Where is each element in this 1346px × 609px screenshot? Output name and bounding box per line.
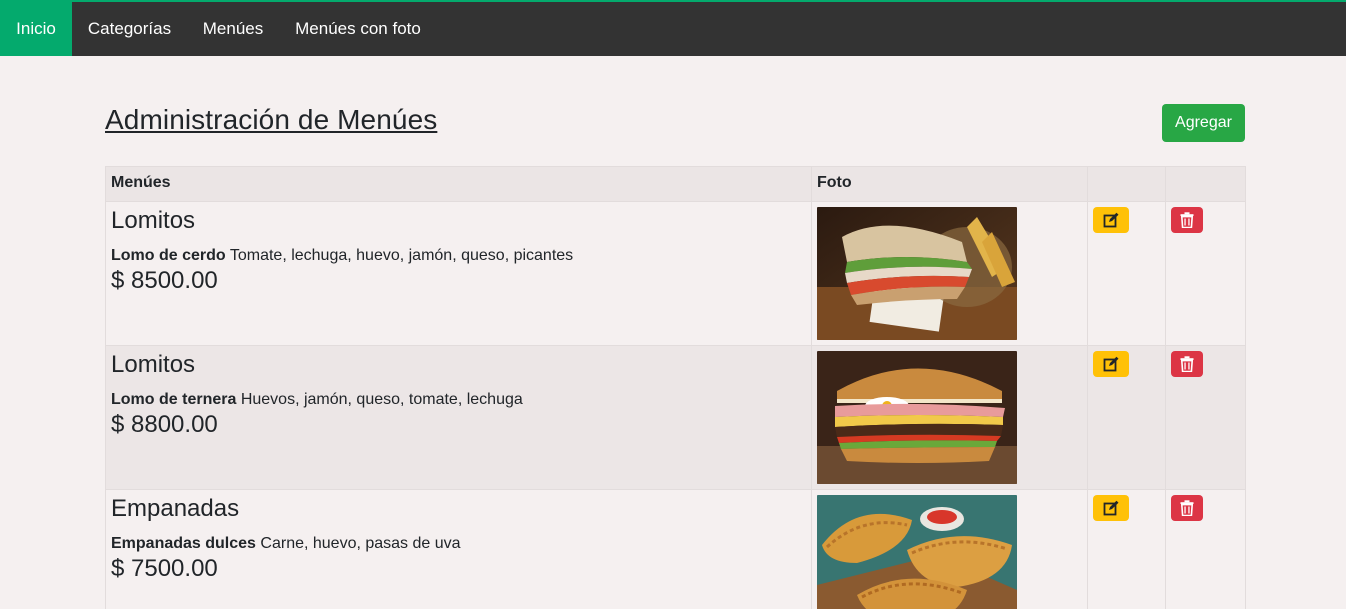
edit-icon — [1103, 212, 1119, 228]
edit-button[interactable] — [1093, 207, 1129, 233]
menu-name: Empanadas dulces — [111, 535, 256, 552]
menu-category: Lomitos — [111, 351, 196, 378]
delete-cell — [1165, 489, 1246, 609]
nav-categorias[interactable]: Categorías — [72, 2, 187, 56]
nav-menues-con-foto[interactable]: Menúes con foto — [279, 2, 437, 56]
menu-category: Empanadas — [111, 495, 240, 522]
header-foto: Foto — [811, 166, 1088, 202]
table-header-row: Menúes Foto — [105, 166, 1246, 202]
edit-cell — [1087, 201, 1166, 346]
page-title: Administración de Menúes — [105, 104, 438, 135]
table-row: Lomitos Lomo de ternera Huevos, jamón, q… — [105, 345, 1246, 490]
table-row: Empanadas Empanadas dulces Carne, huevo,… — [105, 489, 1246, 609]
edit-button[interactable] — [1093, 495, 1129, 521]
edit-cell — [1087, 489, 1166, 609]
menu-name: Lomo de ternera — [111, 391, 237, 408]
menu-description: Lomo de cerdo Tomate, lechuga, huevo, ja… — [111, 246, 806, 266]
table-row: Lomitos Lomo de cerdo Tomate, lechuga, h… — [105, 201, 1246, 346]
menu-info-cell: Lomitos Lomo de cerdo Tomate, lechuga, h… — [105, 201, 812, 346]
trash-icon — [1180, 212, 1194, 228]
add-button[interactable]: Agregar — [1162, 104, 1245, 142]
photo-cell — [811, 489, 1088, 609]
menu-price: $ 8800.00 — [111, 411, 218, 438]
menu-price: $ 7500.00 — [111, 555, 218, 582]
menu-description: Empanadas dulces Carne, huevo, pasas de … — [111, 534, 806, 554]
delete-cell — [1165, 345, 1246, 490]
delete-cell — [1165, 201, 1246, 346]
edit-icon — [1103, 500, 1119, 516]
header-edit — [1087, 166, 1166, 202]
menu-category: Lomitos — [111, 207, 196, 234]
delete-button[interactable] — [1171, 495, 1203, 521]
delete-button[interactable] — [1171, 207, 1203, 233]
menu-info-cell: Lomitos Lomo de ternera Huevos, jamón, q… — [105, 345, 812, 490]
nav-menues[interactable]: Menúes — [187, 2, 279, 56]
nav-inicio[interactable]: Inicio — [0, 2, 72, 56]
menu-ingredients: Tomate, lechuga, huevo, jamón, queso, pi… — [229, 247, 574, 264]
edit-icon — [1103, 356, 1119, 372]
top-navbar: Inicio Categorías Menúes Menúes con foto — [0, 0, 1346, 56]
sandwich-photo — [817, 207, 1017, 340]
menu-description: Lomo de ternera Huevos, jamón, queso, to… — [111, 390, 806, 410]
edit-button[interactable] — [1093, 351, 1129, 377]
menus-table: Menúes Foto Lomitos Lomo de cerdo Tomate… — [105, 166, 1246, 609]
menu-info-cell: Empanadas Empanadas dulces Carne, huevo,… — [105, 489, 812, 609]
trash-icon — [1180, 500, 1194, 516]
menu-name: Lomo de cerdo — [111, 247, 226, 264]
edit-cell — [1087, 345, 1166, 490]
menu-price: $ 8500.00 — [111, 267, 218, 294]
header-delete — [1165, 166, 1246, 202]
photo-cell — [811, 201, 1088, 346]
photo-cell — [811, 345, 1088, 490]
delete-button[interactable] — [1171, 351, 1203, 377]
header-menues: Menúes — [105, 166, 812, 202]
sandwich-photo — [817, 351, 1017, 484]
menu-ingredients: Carne, huevo, pasas de uva — [260, 535, 461, 552]
trash-icon — [1180, 356, 1194, 372]
menu-ingredients: Huevos, jamón, queso, tomate, lechuga — [240, 391, 523, 408]
empanadas-photo — [817, 495, 1017, 609]
